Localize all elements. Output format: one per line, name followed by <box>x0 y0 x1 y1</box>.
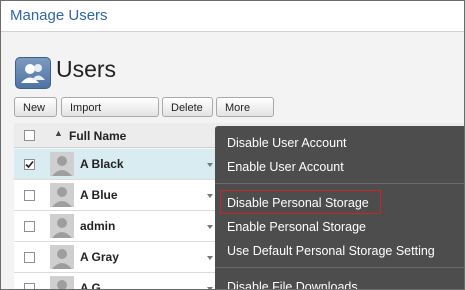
row-checkbox[interactable] <box>24 159 35 170</box>
user-full-name[interactable]: A Blue <box>80 188 118 202</box>
row-checkbox[interactable] <box>24 221 35 232</box>
user-full-name[interactable]: A Black <box>80 157 124 171</box>
menu-item-disable-file-downloads[interactable]: Disable File Downloads <box>227 280 358 289</box>
row-checkbox[interactable] <box>24 283 35 289</box>
delete-button[interactable]: Delete <box>162 97 213 117</box>
users-icon <box>15 57 51 89</box>
more-dropdown-menu: Disable User Account Enable User Account… <box>215 126 464 289</box>
row-checkbox[interactable] <box>24 252 35 263</box>
page-title: Users <box>56 56 117 82</box>
user-full-name[interactable]: admin <box>80 219 115 233</box>
menu-separator <box>215 183 464 184</box>
row-menu-caret-icon[interactable] <box>207 194 213 198</box>
menu-separator <box>215 267 464 268</box>
menu-item-enable-user-account[interactable]: Enable User Account <box>227 160 344 174</box>
window-title: Manage Users <box>10 7 108 24</box>
title-bar: Manage Users <box>1 1 464 32</box>
avatar <box>50 152 74 176</box>
user-full-name[interactable]: A Gray <box>80 250 119 264</box>
avatar <box>50 214 74 238</box>
new-button[interactable]: New <box>14 97 57 117</box>
menu-item-disable-personal-storage[interactable]: Disable Personal Storage <box>227 196 369 210</box>
row-checkbox[interactable] <box>24 190 35 201</box>
more-button-label: More <box>225 102 251 114</box>
row-menu-caret-icon[interactable] <box>207 256 213 260</box>
manage-users-window: Manage Users Users New Import Profiles..… <box>0 0 465 290</box>
avatar <box>50 276 74 289</box>
import-profiles-button[interactable]: Import Profiles... <box>61 97 159 134</box>
menu-item-use-default-personal-storage[interactable]: Use Default Personal Storage Setting <box>227 244 435 258</box>
menu-item-disable-user-account[interactable]: Disable User Account <box>227 136 347 150</box>
new-button-label: New <box>23 102 46 114</box>
avatar <box>50 245 74 269</box>
row-menu-caret-icon[interactable] <box>207 163 213 167</box>
avatar <box>50 183 74 207</box>
delete-button-label: Delete <box>171 102 203 114</box>
menu-item-enable-personal-storage[interactable]: Enable Personal Storage <box>227 220 366 234</box>
sort-arrows-icon[interactable]: ▲​ <box>54 128 63 138</box>
user-full-name[interactable]: A G... <box>80 281 111 289</box>
select-all-checkbox[interactable] <box>24 130 35 141</box>
row-menu-caret-icon[interactable] <box>207 225 213 229</box>
column-full-name[interactable]: Full Name <box>69 129 126 143</box>
more-button[interactable]: More <box>216 97 274 131</box>
